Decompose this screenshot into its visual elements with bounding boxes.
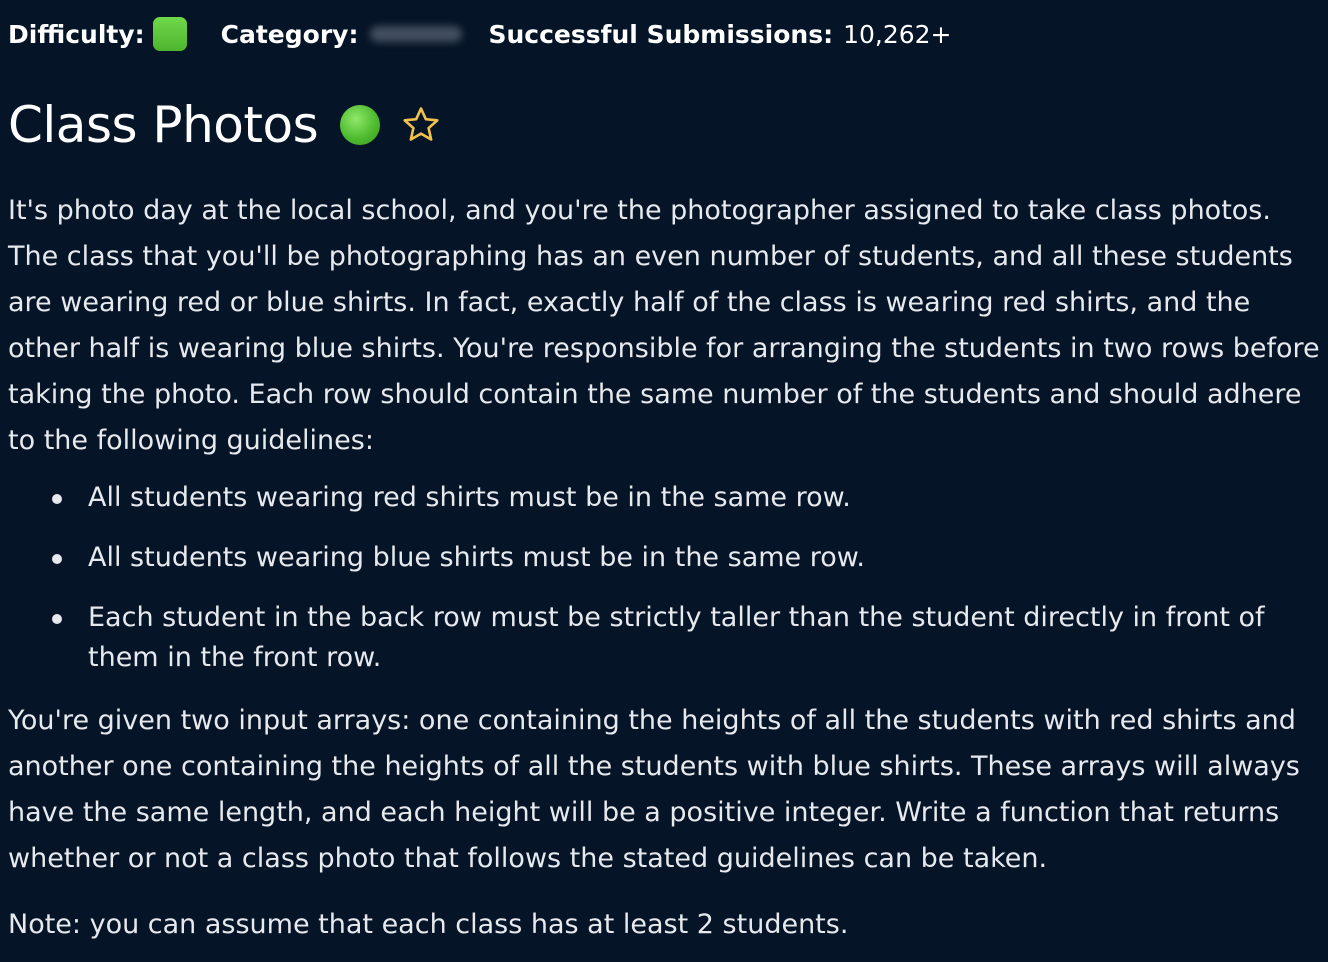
star-outline-icon[interactable] [400, 104, 442, 146]
bullet-icon [52, 494, 62, 504]
category-value-blurred [370, 26, 463, 42]
submissions-count: 10,262+ [843, 19, 952, 49]
problem-description: It's photo day at the local school, and … [8, 188, 1320, 948]
solved-status-icon [340, 105, 381, 145]
difficulty-label: Difficulty: [8, 19, 145, 49]
problem-intro-paragraph: It's photo day at the local school, and … [8, 195, 1320, 456]
input-description-paragraph: You're given two input arrays: one conta… [8, 705, 1300, 874]
problem-note: Note: you can assume that each class has… [8, 909, 849, 940]
submissions-label: Successful Submissions: [488, 19, 834, 49]
guideline-item: All students wearing red shirts must be … [8, 478, 1300, 518]
problem-title: Class Photos [8, 96, 319, 154]
problem-page: Difficulty: Category: Successful Submiss… [0, 16, 1328, 962]
guideline-item: Each student in the back row must be str… [8, 598, 1300, 678]
guideline-text: Each student in the back row must be str… [88, 602, 1265, 673]
difficulty-easy-indicator [152, 17, 187, 51]
problem-title-row: Class Photos [8, 96, 1328, 154]
guideline-text: All students wearing red shirts must be … [88, 482, 851, 513]
bullet-icon [52, 614, 62, 624]
guideline-item: All students wearing blue shirts must be… [8, 538, 1300, 578]
guideline-text: All students wearing blue shirts must be… [88, 542, 865, 573]
guidelines-list: All students wearing red shirts must be … [8, 478, 1320, 678]
problem-meta-bar: Difficulty: Category: Successful Submiss… [8, 16, 1328, 52]
category-label: Category: [220, 19, 359, 49]
bullet-icon [52, 554, 62, 564]
